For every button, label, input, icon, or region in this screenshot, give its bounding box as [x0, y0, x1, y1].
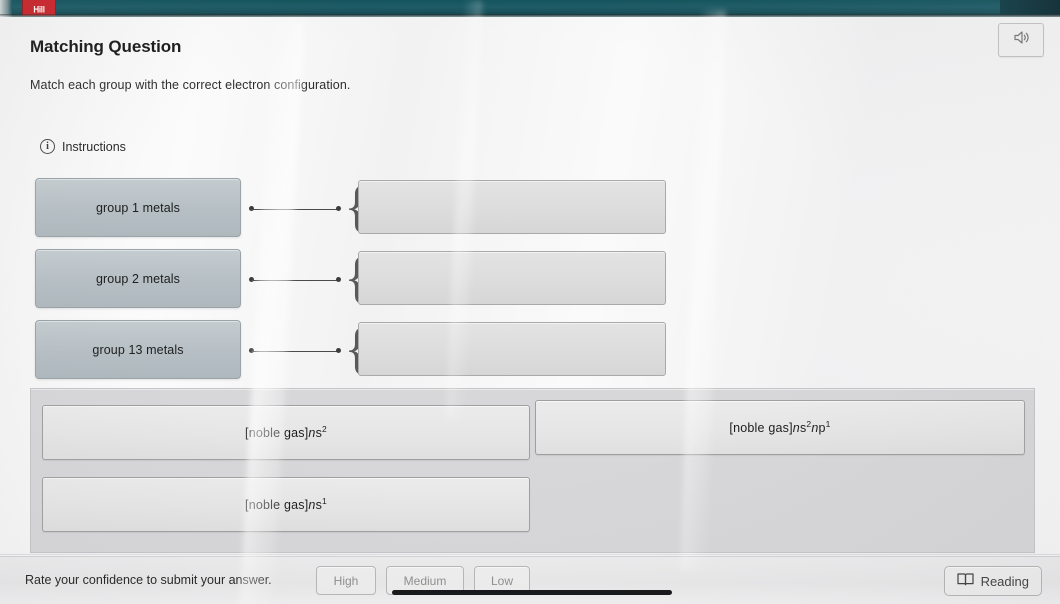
connector-dot-right	[336, 277, 341, 282]
match-row: group 1 metals {	[0, 178, 1060, 248]
connector-line	[249, 348, 341, 354]
answer-option-text-3: [noble gas]ns1	[245, 496, 327, 513]
audio-playback-button[interactable]	[998, 23, 1044, 57]
match-row: group 2 metals {	[0, 249, 1060, 319]
connector-stroke	[251, 350, 339, 353]
confidence-high-button[interactable]: High	[316, 566, 376, 595]
answer-option-text-1: [noble gas]ns2	[245, 424, 327, 441]
match-row: group 13 metals {	[0, 320, 1060, 390]
drop-zone-group-1[interactable]	[358, 180, 666, 234]
answer-option-text-2: [noble gas]ns2np1	[729, 419, 831, 436]
term-label: group 1 metals	[95, 200, 181, 215]
reading-button-label: Reading	[980, 573, 1029, 589]
device-top-strip: Hill	[0, 0, 1060, 17]
term-tile-group-2[interactable]: group 2 metals	[35, 249, 241, 308]
open-book-icon	[956, 572, 974, 591]
connector-stroke	[251, 208, 339, 211]
drop-zone-group-2[interactable]	[358, 251, 666, 305]
instructions-link[interactable]: i Instructions	[40, 139, 126, 154]
term-tile-group-1[interactable]: group 1 metals	[35, 178, 241, 237]
reading-button[interactable]: Reading	[943, 566, 1042, 596]
page-title: Matching Question	[30, 37, 182, 56]
connector-line	[249, 206, 341, 212]
connector-dot-right	[336, 348, 341, 353]
home-indicator	[392, 590, 672, 595]
answer-bank-panel: [noble gas]ns2 [noble gas]ns2np1 [noble …	[30, 388, 1035, 553]
connector-dot-right	[336, 206, 341, 211]
term-label: group 13 metals	[92, 342, 184, 357]
bottom-toolbar: Rate your confidence to submit your answ…	[0, 556, 1060, 604]
answer-option-tile[interactable]: [noble gas]ns2	[42, 405, 530, 460]
answer-option-tile[interactable]: [noble gas]ns1	[42, 477, 530, 532]
drop-zone-group-13[interactable]	[358, 322, 666, 376]
connector-line	[249, 277, 341, 283]
connector-stroke	[251, 279, 339, 282]
instructions-label: Instructions	[62, 139, 126, 154]
strip-seam	[0, 14, 1060, 17]
term-label: group 2 metals	[95, 271, 181, 286]
answer-option-tile[interactable]: [noble gas]ns2np1	[535, 400, 1025, 455]
info-circle-icon: i	[40, 139, 55, 154]
panel-shelf-line	[0, 553, 1060, 555]
matching-area: group 1 metals { group 2 metals {	[0, 178, 1060, 391]
question-prompt: Match each group with the correct electr…	[30, 78, 351, 92]
speaker-icon	[1013, 30, 1030, 50]
confidence-prompt-label: Rate your confidence to submit your answ…	[25, 573, 272, 587]
app-screen: Hill Matching Question Match each group …	[0, 0, 1060, 604]
term-tile-group-13[interactable]: group 13 metals	[35, 320, 241, 379]
